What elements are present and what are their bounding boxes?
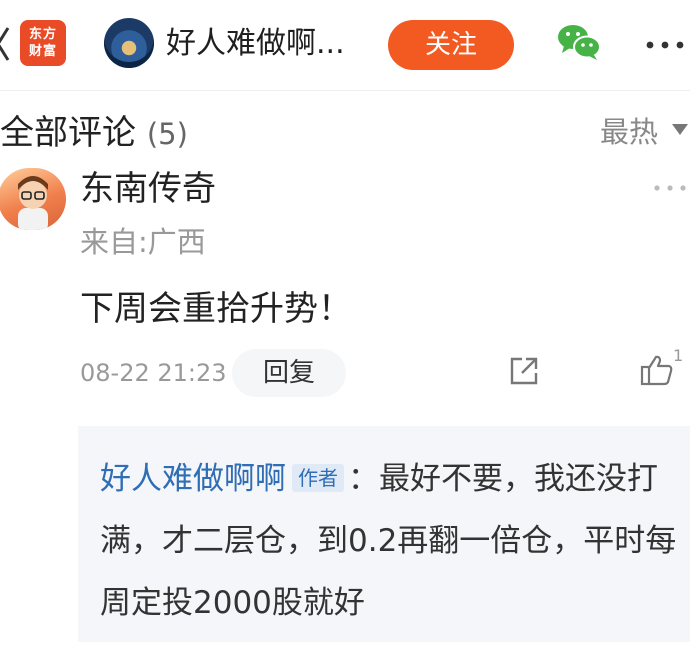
app-logo-line1: 东方 [28, 27, 57, 42]
more-options-icon[interactable] [645, 40, 685, 50]
author-reply-box: 好人难做啊啊 作者 ：最好不要，我还没打满，才二层仓，到0.2再翻一倍仓，平时每周定… [78, 426, 690, 642]
share-icon[interactable] [508, 355, 540, 387]
reply-button[interactable]: 回复 [232, 349, 346, 397]
follow-button[interactable]: 关注 [388, 20, 514, 70]
comment-more-icon[interactable] [653, 184, 687, 192]
reply-separator: ： [348, 461, 379, 497]
commenter-name[interactable]: 东南传奇 [80, 166, 216, 212]
app-logo-line2: 财富 [28, 44, 57, 59]
comments-header: 全部评论 (5) [0, 110, 188, 157]
author-badge: 作者 [292, 464, 344, 492]
comment-timestamp: 08-22 21:23 [80, 359, 227, 387]
thumbs-up-icon[interactable] [640, 354, 674, 386]
wechat-icon[interactable] [556, 22, 602, 62]
sort-dropdown[interactable]: 最热 [600, 112, 658, 152]
reply-author-name[interactable]: 好人难做啊啊 [100, 461, 286, 497]
author-reply-content: 好人难做啊啊 作者 ：最好不要，我还没打满，才二层仓，到0.2再翻一倍仓，平时每周定… [100, 448, 680, 634]
poster-avatar[interactable] [104, 18, 154, 68]
commenter-location: 来自:广西 [80, 225, 206, 259]
app-logo: 东方 财富 [20, 20, 66, 66]
comments-count: (5) [146, 117, 188, 151]
cartoon-avatar-icon [18, 176, 48, 230]
page-title: 好人难做啊... [166, 26, 345, 61]
header-divider [0, 90, 690, 91]
comments-title: 全部评论 [0, 113, 136, 153]
caret-down-icon[interactable] [672, 124, 688, 135]
commenter-avatar[interactable] [0, 168, 66, 230]
back-icon[interactable] [0, 22, 10, 66]
like-count: 1 [673, 346, 684, 365]
comment-text: 下周会重拾升势！ [80, 289, 352, 329]
